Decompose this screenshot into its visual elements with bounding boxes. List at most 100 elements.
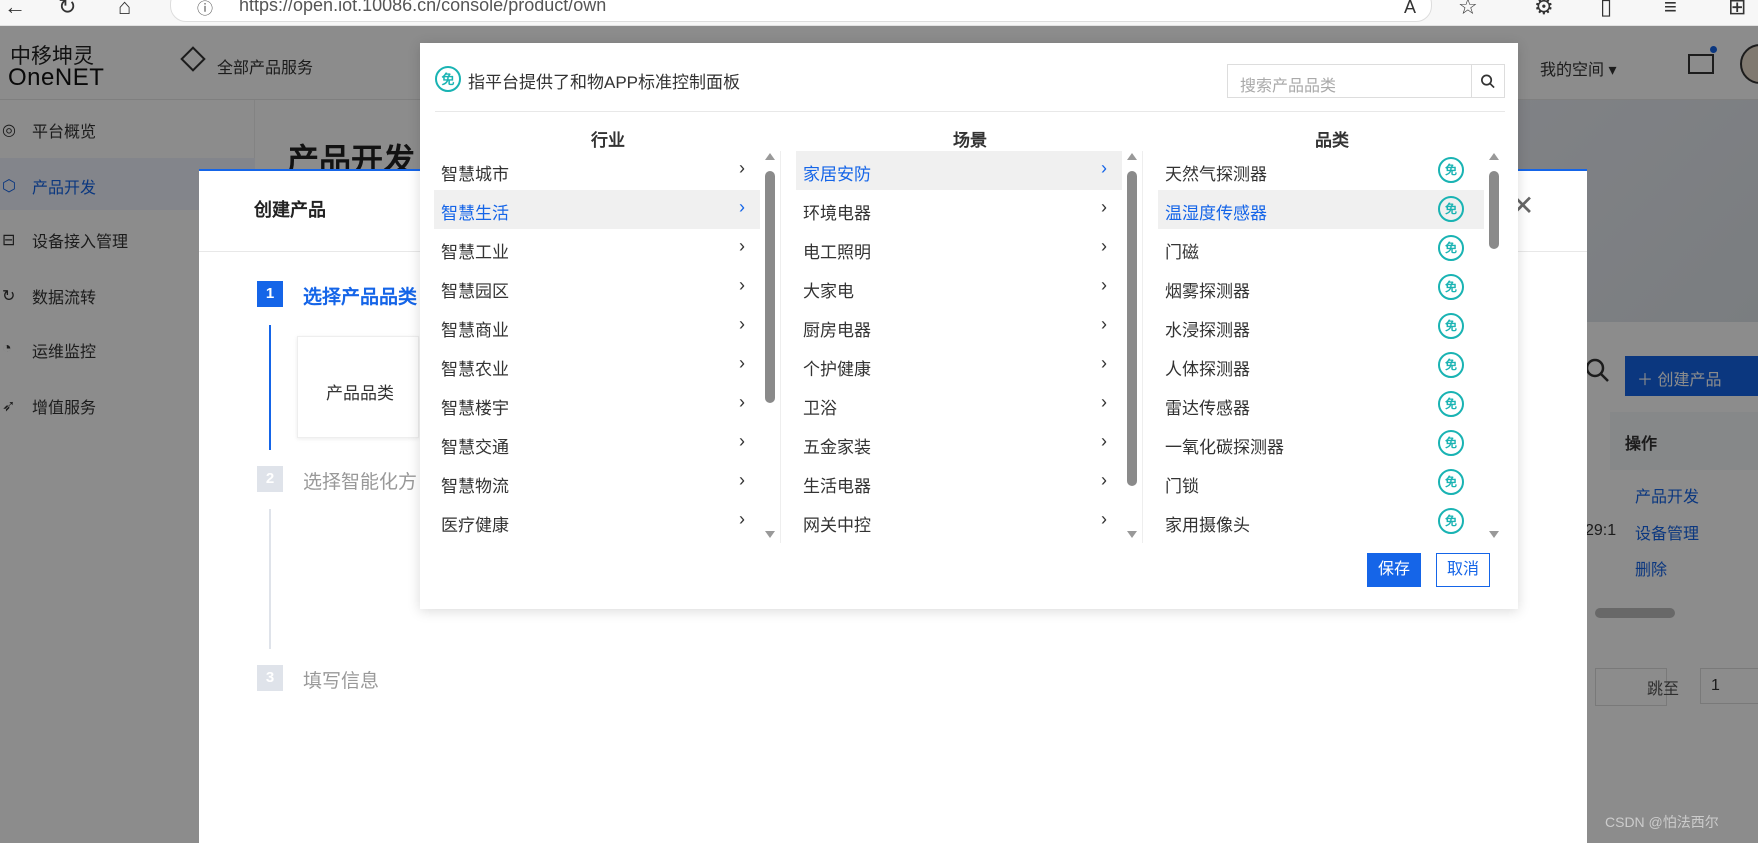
industry-list-item[interactable]: 智慧园区 › <box>434 268 760 307</box>
industry-item-label: 智慧工业 <box>441 243 509 262</box>
favorites-list-icon[interactable]: ≡ <box>1664 0 1677 20</box>
category-item-label: 人体探测器 <box>1165 360 1250 379</box>
column-header-category: 品类 <box>1315 131 1349 150</box>
free-badge-icon: 免 <box>1438 352 1464 378</box>
extensions-icon[interactable]: ⚙ <box>1534 0 1554 20</box>
industry-list-item[interactable]: 智慧工业 › <box>434 229 760 268</box>
divider <box>435 111 1505 112</box>
industry-list-item[interactable]: 智慧物流 › <box>434 463 760 502</box>
category-item-label: 门磁 <box>1165 243 1199 262</box>
scene-item-label: 个护健康 <box>803 360 871 379</box>
chevron-right-icon: › <box>1101 509 1107 529</box>
category-scrollbar[interactable] <box>1488 151 1500 543</box>
free-badge-icon: 免 <box>1438 430 1464 456</box>
chevron-right-icon: › <box>739 314 745 334</box>
step-label-3: 填写信息 <box>303 671 380 692</box>
favorite-star-icon[interactable]: ☆ <box>1458 0 1478 20</box>
scene-item-label: 环境电器 <box>803 204 871 223</box>
category-list-item[interactable]: 门锁 免 <box>1158 463 1484 502</box>
step-number-1: 1 <box>257 281 283 307</box>
free-badge-icon: 免 <box>1438 196 1464 222</box>
industry-list-item[interactable]: 智慧生活 › <box>434 190 760 229</box>
scene-list-item[interactable]: 网关中控 › <box>796 502 1122 541</box>
category-list-item[interactable]: 雷达传感器 免 <box>1158 385 1484 424</box>
save-button[interactable]: 保存 <box>1367 553 1421 587</box>
chevron-right-icon: › <box>739 431 745 451</box>
category-list-item[interactable]: 家用摄像头 免 <box>1158 502 1484 541</box>
scroll-up-icon[interactable] <box>1127 153 1137 160</box>
chevron-right-icon: › <box>739 509 745 529</box>
url-text[interactable]: https://open.iot.10086.cn/console/produc… <box>239 0 606 16</box>
chevron-right-icon: › <box>1101 158 1107 178</box>
free-badge-icon: 免 <box>435 66 461 92</box>
scroll-thumb[interactable] <box>765 171 775 403</box>
chevron-right-icon: › <box>1101 431 1107 451</box>
column-header-industry: 行业 <box>591 131 625 150</box>
search-icon[interactable] <box>1471 64 1505 98</box>
industry-scrollbar[interactable] <box>764 151 776 543</box>
scene-list-item[interactable]: 五金家装 › <box>796 424 1122 463</box>
chevron-right-icon: › <box>1101 470 1107 490</box>
category-list-item[interactable]: 人体探测器 免 <box>1158 346 1484 385</box>
chevron-right-icon: › <box>739 236 745 256</box>
industry-list-item[interactable]: 医疗健康 › <box>434 502 760 541</box>
industry-list-item[interactable]: 智慧楼宇 › <box>434 385 760 424</box>
scene-item-label: 大家电 <box>803 282 854 301</box>
scene-list: 家居安防 › 环境电器 › 电工照明 › 大家电 › 厨房电器 › 个护健康 › 卫浴 › 五金家装 › 生活电… <box>796 151 1122 543</box>
picker-note: 指平台提供了和物APP标准控制面板 <box>468 73 741 92</box>
split-screen-icon[interactable]: ▯ <box>1600 0 1612 20</box>
industry-list-item[interactable]: 智慧农业 › <box>434 346 760 385</box>
scroll-down-icon[interactable] <box>1489 531 1499 538</box>
collections-icon[interactable]: ⊞ <box>1728 0 1746 20</box>
category-item-label: 烟雾探测器 <box>1165 282 1250 301</box>
category-list-item[interactable]: 水浸探测器 免 <box>1158 307 1484 346</box>
category-item-label: 水浸探测器 <box>1165 321 1250 340</box>
chevron-right-icon: › <box>739 275 745 295</box>
scene-list-item[interactable]: 厨房电器 › <box>796 307 1122 346</box>
page-info-icon[interactable]: ⓘ <box>197 0 213 19</box>
scroll-thumb[interactable] <box>1489 171 1499 249</box>
industry-item-label: 智慧楼宇 <box>441 399 509 418</box>
column-separator <box>1142 151 1143 543</box>
scene-list-item[interactable]: 个护健康 › <box>796 346 1122 385</box>
scene-list-item[interactable]: 卫浴 › <box>796 385 1122 424</box>
industry-list-item[interactable]: 智慧交通 › <box>434 424 760 463</box>
scene-scrollbar[interactable] <box>1126 151 1138 543</box>
industry-list-item[interactable]: 智慧城市 › <box>434 151 760 190</box>
category-list-item[interactable]: 温湿度传感器 免 <box>1158 190 1484 229</box>
chevron-right-icon: › <box>1101 236 1107 256</box>
industry-item-label: 智慧交通 <box>441 438 509 457</box>
scroll-down-icon[interactable] <box>1127 531 1137 538</box>
scroll-down-icon[interactable] <box>765 531 775 538</box>
scene-list-item[interactable]: 大家电 › <box>796 268 1122 307</box>
category-list-item[interactable]: 一氧化碳探测器 免 <box>1158 424 1484 463</box>
scroll-up-icon[interactable] <box>1489 153 1499 160</box>
industry-item-label: 智慧商业 <box>441 321 509 340</box>
scene-list-item[interactable]: 电工照明 › <box>796 229 1122 268</box>
category-list-item[interactable]: 烟雾探测器 免 <box>1158 268 1484 307</box>
step-connector <box>269 509 271 649</box>
industry-item-label: 智慧生活 <box>441 204 509 223</box>
scene-list-item[interactable]: 环境电器 › <box>796 190 1122 229</box>
read-aloud-icon[interactable]: A <box>1404 0 1416 20</box>
chevron-right-icon: › <box>1101 197 1107 217</box>
category-list-item[interactable]: 天然气探测器 免 <box>1158 151 1484 190</box>
category-item-label: 门锁 <box>1165 477 1199 496</box>
cancel-button[interactable]: 取消 <box>1436 553 1490 587</box>
refresh-icon[interactable]: ↻ <box>58 0 76 20</box>
category-list-item[interactable]: 门磁 免 <box>1158 229 1484 268</box>
step-label-1: 选择产品品类 <box>303 287 418 308</box>
address-bar[interactable]: ⓘ https://open.iot.10086.cn/console/prod… <box>170 0 1432 22</box>
scene-list-item[interactable]: 生活电器 › <box>796 463 1122 502</box>
scroll-thumb[interactable] <box>1127 171 1137 486</box>
chevron-right-icon: › <box>739 158 745 178</box>
category-search-input[interactable]: 搜索产品品类 <box>1227 64 1472 98</box>
scene-list-item[interactable]: 家居安防 › <box>796 151 1122 190</box>
free-badge-icon: 免 <box>1438 235 1464 261</box>
industry-item-label: 智慧物流 <box>441 477 509 496</box>
home-icon[interactable]: ⌂ <box>118 0 131 20</box>
back-icon[interactable]: ← <box>4 0 26 20</box>
scroll-up-icon[interactable] <box>765 153 775 160</box>
product-category-field[interactable]: 产品品类 <box>297 336 419 438</box>
industry-list-item[interactable]: 智慧商业 › <box>434 307 760 346</box>
